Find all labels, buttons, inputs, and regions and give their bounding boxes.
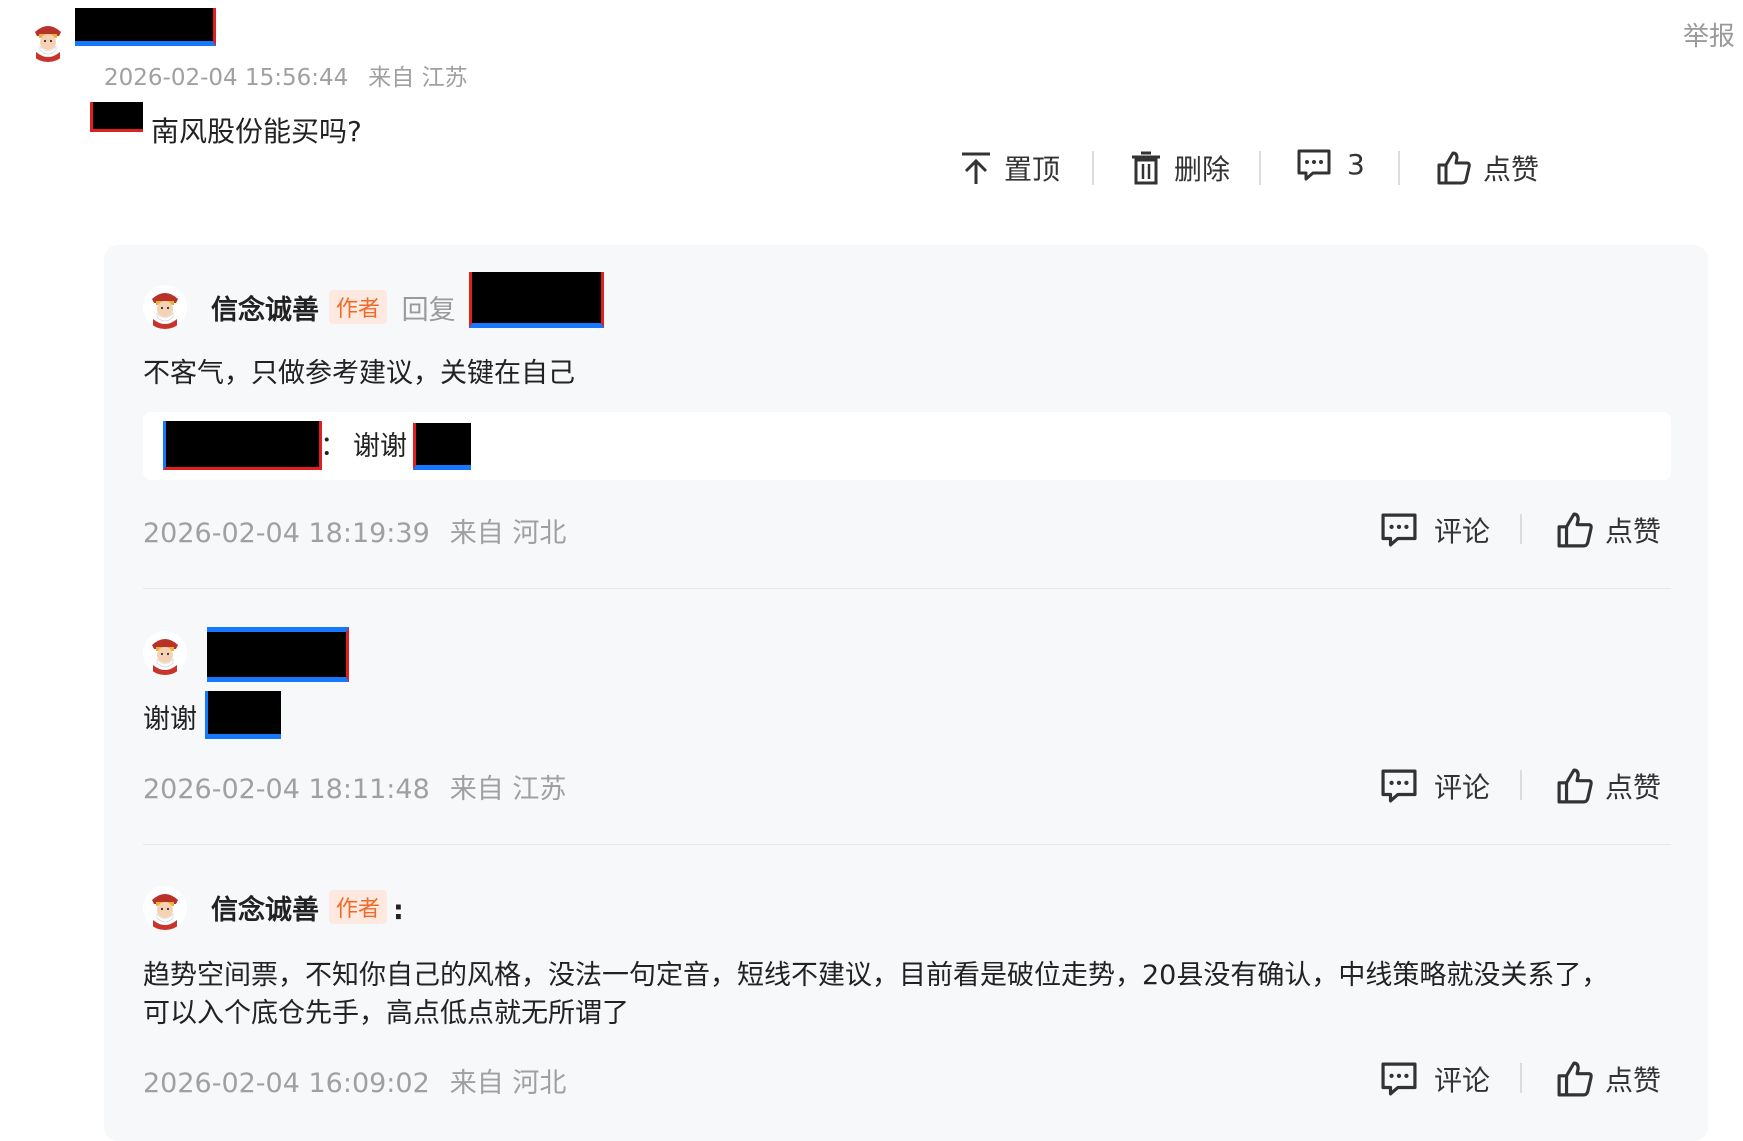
reply-comment-button[interactable]: 评论	[1380, 510, 1490, 550]
fortune-god-avatar-icon	[143, 886, 187, 930]
reply-like-button[interactable]: 点赞	[1557, 510, 1661, 550]
reply-author-avatar[interactable]	[143, 886, 187, 930]
like-label: 点赞	[1605, 515, 1662, 548]
reply-author-name[interactable]: 信念诚善	[211, 895, 319, 926]
action-separator	[1520, 514, 1522, 544]
action-separator	[1092, 151, 1094, 185]
comment-label: 评论	[1434, 771, 1491, 804]
reply-timestamp: 2026-02-04 18:11:48	[143, 774, 430, 805]
post-meta: 2026-02-04 15:56:44 来自 江苏	[104, 58, 468, 92]
post-location: 来自 江苏	[368, 65, 468, 91]
action-separator	[1520, 1063, 1522, 1093]
action-separator	[1520, 770, 1522, 800]
pin-top-icon	[962, 152, 990, 184]
thumbs-up-icon	[1557, 768, 1593, 804]
trash-icon	[1132, 151, 1160, 185]
comment-icon	[1381, 1062, 1417, 1096]
fortune-god-avatar-icon	[143, 285, 187, 329]
redacted-username	[207, 627, 349, 682]
reply-timestamp: 2026-02-04 16:09:02	[143, 1068, 430, 1099]
reply-like-button[interactable]: 点赞	[1557, 1059, 1661, 1099]
action-separator	[1398, 151, 1400, 185]
comment-icon	[1381, 769, 1417, 803]
reply-comment-button[interactable]: 评论	[1380, 1059, 1490, 1099]
reply-meta: 2026-02-04 18:11:48 来自 江苏	[143, 767, 566, 806]
action-separator	[1259, 151, 1261, 185]
redacted-username	[469, 272, 604, 328]
quote-text: 谢谢	[353, 431, 407, 462]
author-badge: 作者	[329, 290, 388, 324]
thumbs-up-icon	[1437, 151, 1471, 185]
reply-text-line: 趋势空间票，不知你自己的风格，没法一句定音，短线不建议，目前看是破位走势，20县…	[143, 960, 1609, 991]
post-timestamp: 2026-02-04 15:56:44	[104, 65, 349, 91]
reply-text-line: 可以入个底仓先手，高点低点就无所谓了	[143, 998, 629, 1029]
reply-like-button[interactable]: 点赞	[1557, 766, 1661, 806]
reply-text: 趋势空间票，不知你自己的风格，没法一句定音，短线不建议，目前看是破位走势，20县…	[143, 957, 1608, 1033]
post-author-avatar[interactable]	[26, 18, 70, 62]
redacted-username	[75, 8, 216, 46]
reply-author-name[interactable]: 信念诚善	[211, 295, 319, 326]
reply-header: 信念诚善 作者:	[211, 888, 404, 927]
reply-meta: 2026-02-04 16:09:02 来自 河北	[143, 1061, 566, 1100]
comment-icon	[1297, 149, 1331, 180]
thumbs-up-icon	[1557, 512, 1593, 548]
delete-label: 删除	[1174, 153, 1231, 186]
reply-verb: 回复	[401, 295, 456, 326]
like-label: 点赞	[1605, 1064, 1662, 1097]
comment-icon	[1381, 513, 1417, 547]
reply-author-avatar[interactable]	[143, 631, 187, 675]
fortune-god-avatar-icon	[143, 631, 187, 675]
like-label: 点赞	[1605, 771, 1662, 804]
report-link[interactable]: 举报	[1683, 16, 1735, 53]
like-label: 点赞	[1483, 153, 1540, 186]
reply-location: 来自 河北	[449, 518, 567, 549]
redacted-mention	[413, 423, 471, 470]
redacted-username	[163, 421, 322, 470]
reply-text: 谢谢	[143, 704, 197, 735]
fortune-god-avatar-icon	[26, 18, 70, 62]
quoted-comment-text: ：谢谢	[320, 428, 407, 466]
comment-label: 评论	[1434, 515, 1491, 548]
thumbs-up-icon	[1557, 1061, 1593, 1097]
reply-comment-button[interactable]: 评论	[1380, 766, 1490, 806]
redacted-mention	[90, 102, 143, 132]
reply-author-avatar[interactable]	[143, 285, 187, 329]
reply-divider	[143, 844, 1671, 845]
reply-header: 信念诚善 作者 回复	[211, 288, 456, 327]
header-colon: :	[393, 895, 404, 926]
reply-text: 不客气，只做参考建议，关键在自己	[143, 358, 575, 389]
reply-location: 来自 江苏	[449, 774, 567, 805]
post-text: 南风股份能买吗?	[151, 115, 362, 148]
author-badge: 作者	[329, 890, 388, 924]
quote-separator: ：	[320, 431, 347, 462]
comment-count: 3	[1347, 148, 1365, 181]
like-button[interactable]: 点赞	[1437, 148, 1539, 188]
redacted-mention	[205, 691, 281, 739]
reply-location: 来自 河北	[449, 1068, 567, 1099]
pin-button[interactable]: 置顶	[960, 148, 1060, 188]
comment-button[interactable]: 3	[1297, 148, 1365, 181]
comment-label: 评论	[1434, 1064, 1491, 1097]
reply-divider	[143, 588, 1671, 589]
delete-button[interactable]: 删除	[1130, 148, 1230, 188]
pin-label: 置顶	[1004, 153, 1061, 186]
reply-timestamp: 2026-02-04 18:19:39	[143, 518, 430, 549]
reply-meta: 2026-02-04 18:19:39 来自 河北	[143, 511, 566, 550]
